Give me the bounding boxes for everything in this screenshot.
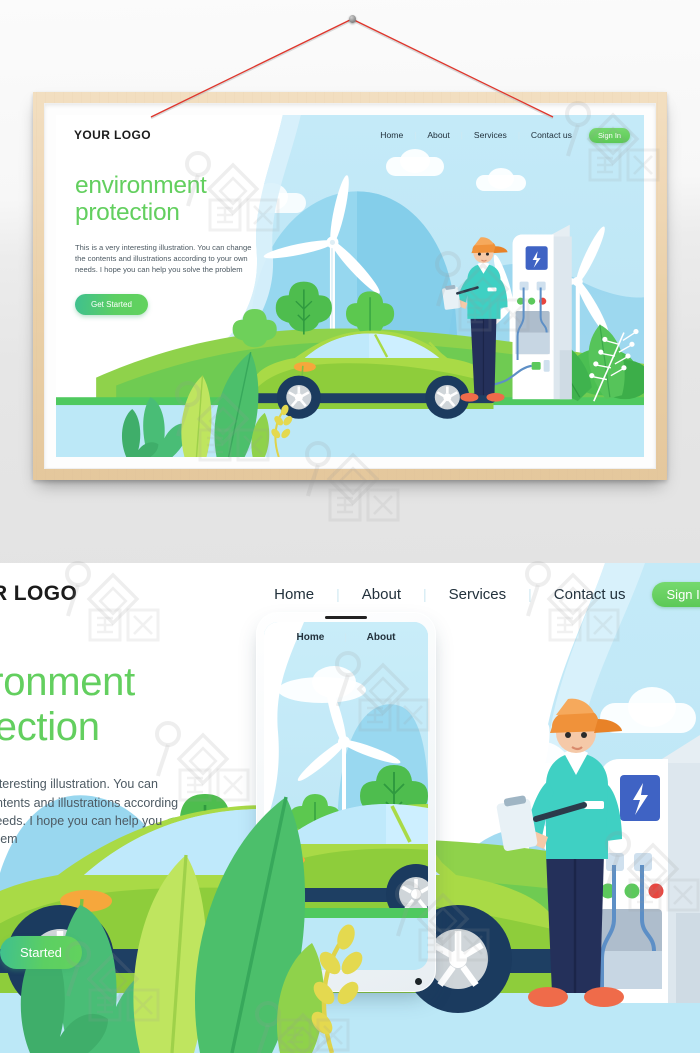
page-root: YOUR LOGO Home | About | Services | Cont… bbox=[0, 0, 700, 1053]
banner-body-line-2: the contents and illustrations according bbox=[0, 795, 179, 810]
headline-line-2: protection bbox=[75, 199, 180, 227]
sign-in-button[interactable]: Sign In bbox=[588, 127, 630, 143]
banner-nav-item-services[interactable]: Services bbox=[427, 586, 529, 603]
frame-mat: YOUR LOGO Home | About | Services | Cont… bbox=[44, 103, 656, 469]
nail-icon bbox=[349, 15, 356, 23]
wheat-sprig bbox=[271, 404, 293, 457]
nav-item-contact-us[interactable]: Contact us bbox=[520, 130, 583, 140]
get-started-button[interactable]: Get Started bbox=[75, 293, 148, 315]
banner-nav-item-about[interactable]: About bbox=[340, 586, 423, 603]
nav-item-home[interactable]: Home bbox=[369, 130, 414, 140]
headline-line-1: environment bbox=[75, 172, 207, 199]
brand-logo[interactable]: YOUR LOGO bbox=[74, 128, 151, 142]
nav-item-about[interactable]: About bbox=[416, 130, 460, 140]
hero-copy: environment protection This is a very in… bbox=[75, 172, 325, 315]
zoomed-banner: R LOGO Home | About | Services | Contact… bbox=[0, 563, 700, 1053]
nav-item-services[interactable]: Services bbox=[463, 130, 518, 140]
banner-brand-logo[interactable]: R LOGO bbox=[0, 582, 77, 606]
picture-frame: YOUR LOGO Home | About | Services | Cont… bbox=[33, 92, 667, 480]
banner-get-started-button[interactable]: Started bbox=[0, 935, 82, 969]
banner-hero-copy: vironment otection very interesting illu… bbox=[0, 660, 292, 969]
banner-sign-in-button[interactable]: Sign In bbox=[651, 581, 700, 607]
hero-body-text: This is a very interesting illustration.… bbox=[75, 242, 252, 274]
poster-artboard: YOUR LOGO Home | About | Services | Cont… bbox=[56, 115, 644, 457]
site-header: YOUR LOGO Home | About | Services | Cont… bbox=[56, 115, 644, 155]
banner-body-line-4: e problem bbox=[0, 831, 18, 846]
banner-nav-item-contact-us[interactable]: Contact us bbox=[532, 586, 648, 603]
banner-headline-line-1: vironment bbox=[0, 660, 135, 704]
banner-header: R LOGO Home | About | Services | Contact… bbox=[0, 563, 700, 625]
banner-headline-line-2: otection bbox=[0, 705, 100, 750]
banner-body-line-3: own needs. I hope you can help you bbox=[0, 813, 163, 828]
banner-body-line-1: very interesting illustration. You can bbox=[0, 777, 158, 792]
banner-nav-item-home[interactable]: Home bbox=[252, 586, 336, 603]
